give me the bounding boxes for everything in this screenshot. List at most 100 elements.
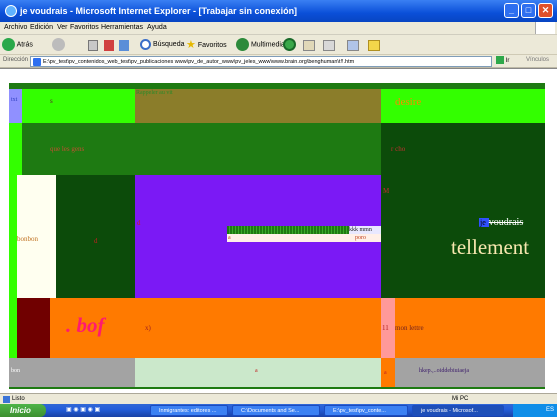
favorites-label: Favoritos [197, 41, 227, 49]
media-label: Multimedia [250, 41, 285, 49]
cell-r1-olive-text: Rappeler au vit [136, 90, 173, 96]
print-button[interactable] [323, 40, 335, 51]
cell-r1-mid: s [22, 89, 135, 123]
je-voudrais-text: je voudrais [479, 217, 523, 228]
cell-r3-mid: d [56, 175, 135, 298]
cell-r5-orange-text: a [384, 370, 387, 376]
cell-r1-mid-text: s [50, 97, 53, 105]
history-icon [283, 38, 296, 51]
cell-r5-orange: a [381, 358, 395, 387]
poro-mark: a [228, 235, 231, 241]
menu-archivo[interactable]: Archivo [4, 24, 27, 31]
maximize-button[interactable]: □ [521, 3, 536, 18]
start-button[interactable]: Inicio [0, 404, 46, 417]
search-label: Búsqueda [152, 41, 185, 48]
cell-r2-mid-text: que les gens [50, 145, 85, 153]
cell-r4-pink: 11 [381, 298, 395, 358]
cell-r4-pink-text: 11 [382, 324, 389, 332]
cell-r3-right-mark: M [383, 187, 390, 195]
striped-bar [227, 226, 350, 234]
taskbar-item[interactable]: Inmigrantes: editores ... [150, 405, 228, 416]
forward-arrow-icon [52, 38, 65, 51]
cell-r5-right: hkep.,..oiddebiuiaeja [395, 358, 545, 387]
tray-language: ES [545, 407, 554, 413]
poro-row: a poro [227, 234, 381, 242]
cell-r4-right-text: mon lettre [395, 324, 424, 332]
title-bar[interactable]: je voudrais - Microsoft Internet Explore… [0, 0, 557, 22]
cell-r4-mid-text: x) [145, 324, 151, 332]
forward-button[interactable] [52, 38, 65, 52]
cell-r5-mid: a [135, 358, 381, 387]
cell-r1-olive: Rappeler au vit [135, 89, 381, 123]
menu-ver[interactable]: Ver [57, 24, 68, 31]
cell-r1-left: txt [9, 89, 22, 123]
cell-r1-right-text: desire [395, 96, 422, 108]
status-zone: Mi PC [452, 396, 469, 402]
menu-favoritos[interactable]: Favoritos [70, 24, 99, 31]
address-label: Dirección [3, 57, 29, 63]
cell-r2-right-text: r cho [391, 145, 406, 153]
cell-r2-mid: que les gens [22, 123, 381, 175]
taskbar-item-active[interactable]: je voudrais - Microsof... [412, 405, 504, 416]
folder-button[interactable] [368, 40, 380, 51]
taskbar-item[interactable]: C:\Documents and Se... [232, 405, 320, 416]
page-right-margin [548, 69, 557, 394]
taskbar-item[interactable]: E:\pv_test\pv_conte... [324, 405, 408, 416]
internet-explorer-icon [5, 5, 17, 17]
cell-r3-left-text: bonbon [17, 235, 38, 243]
cell-r2-right: r cho [381, 123, 545, 175]
status-bar: Listo Mi PC [0, 393, 557, 404]
media-icon [236, 38, 249, 51]
page-viewport[interactable]: txt s Rappeler au vit desire que les gen… [0, 68, 557, 394]
cell-r5-left: bon [9, 358, 135, 387]
home-button[interactable] [119, 40, 129, 51]
windows-logo-icon [535, 22, 555, 34]
cell-r1-right: desire [381, 89, 545, 123]
menu-herramientas[interactable]: Herramientas [101, 24, 143, 31]
menu-ayuda[interactable]: Ayuda [147, 24, 167, 31]
minimize-button[interactable]: _ [504, 3, 519, 18]
cell-r5-left-text: bon [11, 368, 20, 374]
toolbar: Atrás Búsqueda ★ Favoritos Multimedia [0, 35, 557, 55]
links-label[interactable]: Vínculos [526, 57, 549, 63]
cell-r3-purple: d kkk mmn a poro [135, 175, 381, 298]
history-button[interactable] [283, 38, 296, 52]
page-frame: txt s Rappeler au vit desire que les gen… [9, 83, 545, 389]
star-icon: ★ [186, 39, 196, 51]
system-tray[interactable]: ES [513, 404, 557, 417]
start-label: Inicio [10, 406, 31, 415]
menu-edicion[interactable]: Edición [30, 24, 53, 31]
refresh-button[interactable] [104, 40, 114, 51]
cell-r3-purple-text: d [137, 219, 141, 227]
mail-button[interactable] [303, 40, 315, 51]
kkk-label: kkk mmn [349, 226, 381, 234]
cell-r3-mid-text: d [94, 237, 98, 245]
tellement-text: tellement [451, 235, 530, 259]
go-label: Ir [505, 58, 510, 64]
favorites-button[interactable]: ★ Favoritos [186, 38, 227, 52]
address-bar: Dirección E:\pv_test\pv_contenidos_web_t… [0, 55, 557, 68]
cell-r4-orange: . bof x) [50, 298, 381, 358]
cell-r5-right-text: hkep.,..oiddebiuiaeja [419, 368, 469, 374]
search-button[interactable]: Búsqueda [140, 38, 184, 52]
address-input[interactable]: E:\pv_test\pv_contenidos_web_test\pv_pub… [30, 56, 492, 67]
cell-r3-left: bonbon [17, 175, 56, 298]
window-title: je voudrais - Microsoft Internet Explore… [20, 6, 298, 16]
close-button[interactable]: ✕ [538, 3, 553, 18]
cell-r4-maroon [17, 298, 50, 358]
stop-button[interactable] [88, 40, 98, 51]
menu-bar: Archivo Edición Ver Favoritos Herramient… [0, 22, 557, 35]
go-button[interactable]: Ir [496, 56, 520, 67]
quick-launch-icons[interactable]: ▣ ◉ ▣ ◉ ▣ [66, 406, 146, 415]
poro-label: poro [355, 235, 366, 241]
voudrais-text: voudrais [488, 217, 524, 228]
page-status-icon [3, 396, 10, 403]
page-icon [33, 58, 41, 66]
go-arrow-icon [496, 56, 504, 65]
media-button[interactable]: Multimedia [236, 38, 285, 52]
bof-text: . bof [66, 313, 105, 337]
back-button[interactable]: Atrás [2, 38, 33, 52]
address-url: E:\pv_test\pv_contenidos_web_test\pv_pub… [43, 59, 355, 65]
edit-button[interactable] [347, 40, 359, 51]
cell-r2-left [9, 123, 22, 175]
